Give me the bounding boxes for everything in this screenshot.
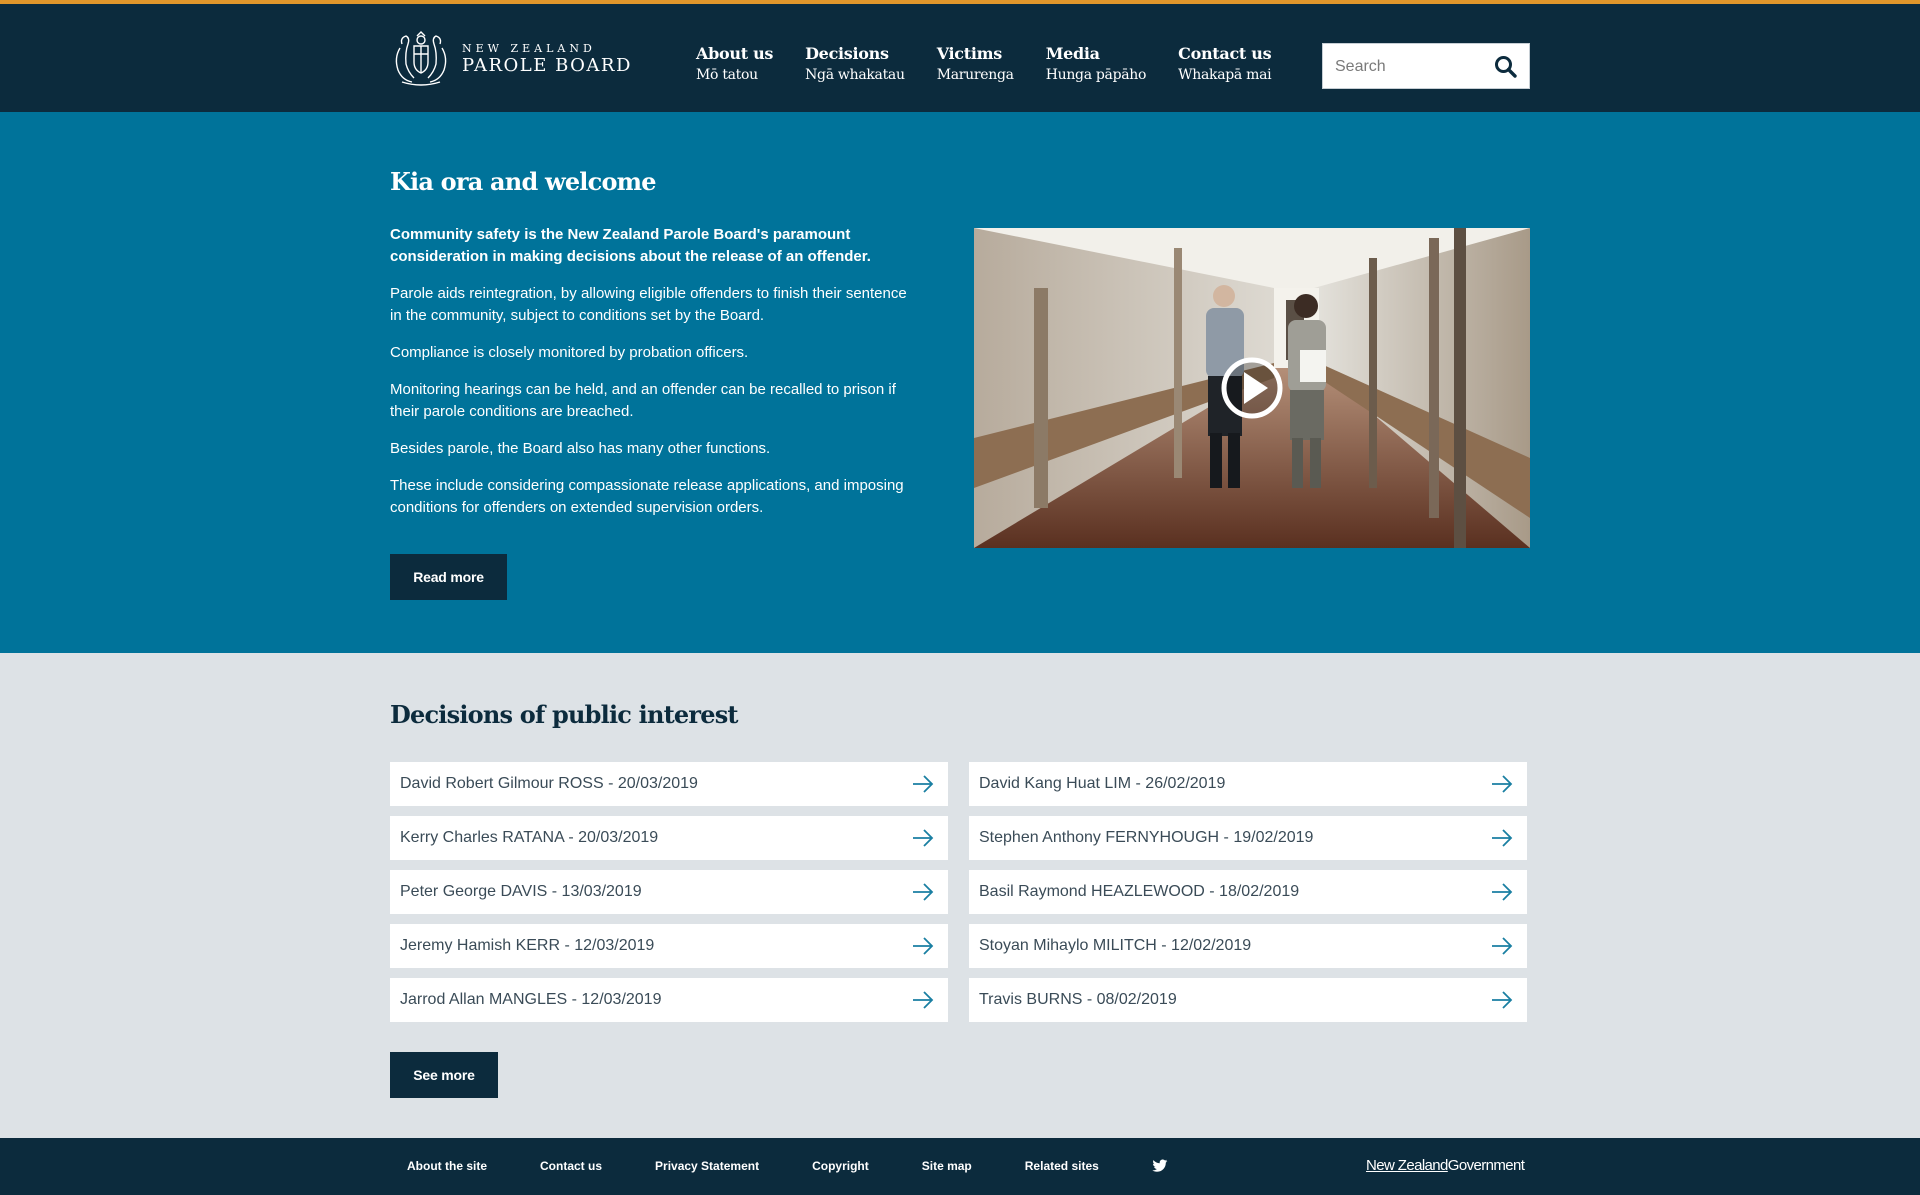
arrow-right-icon: [913, 883, 934, 901]
arrow-right-icon: [1492, 883, 1513, 901]
nav-media[interactable]: Media Hunga pāpāho: [1045, 43, 1147, 85]
nav-label-en: Victims: [936, 44, 1003, 63]
footer-link-about-the-site[interactable]: About the site: [407, 1159, 487, 1173]
welcome-paragraph: These include considering compassionate …: [390, 477, 904, 516]
arrow-right-icon: [1492, 937, 1513, 955]
decision-item[interactable]: Stephen Anthony FERNYHOUGH - 19/02/2019: [969, 816, 1527, 860]
decision-item[interactable]: Peter George DAVIS - 13/03/2019: [390, 870, 948, 914]
nzgov-part2: Government: [1447, 1157, 1525, 1174]
nav-label-en: Contact us: [1178, 44, 1272, 63]
arrow-right-icon: [1492, 775, 1513, 793]
decision-item[interactable]: Jarrod Allan MANGLES - 12/03/2019: [390, 978, 948, 1022]
arrow-right-icon: [1492, 829, 1513, 847]
nav-label-mi: Ngā whakatau: [805, 67, 905, 83]
decision-label: Basil Raymond HEAZLEWOOD - 18/02/2019: [979, 883, 1300, 900]
footer-link-site-map[interactable]: Site map: [922, 1159, 972, 1173]
nav-label-en: About us: [696, 44, 774, 63]
footer-link-related-sites[interactable]: Related sites: [1025, 1159, 1099, 1173]
welcome-title: Kia ora and welcome: [390, 167, 657, 196]
nav-contact-us[interactable]: Contact us Whakapā mai: [1178, 43, 1271, 85]
video-thumbnail: [974, 228, 1530, 548]
welcome-paragraph: Besides parole, the Board also has many …: [390, 440, 771, 457]
site-footer: About the site Contact us Privacy Statem…: [0, 1138, 1920, 1195]
search-input[interactable]: [1335, 56, 1485, 78]
welcome-video[interactable]: [974, 228, 1530, 548]
decision-label: David Kang Huat LIM - 26/02/2019: [979, 775, 1226, 792]
nz-government-logo[interactable]: New ZealandGovernment: [1366, 1157, 1525, 1174]
coat-of-arms-icon: [395, 31, 447, 86]
arrow-right-icon: [1492, 991, 1513, 1009]
search-box: [1322, 43, 1530, 89]
decision-item[interactable]: Jeremy Hamish KERR - 12/03/2019: [390, 924, 948, 968]
nav-label-mi: Mō tatou: [696, 67, 758, 83]
welcome-section: Kia ora and welcome Community safety is …: [0, 112, 1920, 653]
decision-item[interactable]: David Kang Huat LIM - 26/02/2019: [969, 762, 1527, 806]
arrow-right-icon: [913, 937, 934, 955]
nav-label-mi: Marurenga: [936, 67, 1014, 83]
decision-label: David Robert Gilmour ROSS - 20/03/2019: [400, 775, 698, 792]
welcome-lead: Community safety is the New Zealand Paro…: [390, 226, 871, 265]
nav-about-us[interactable]: About us Mō tatou: [696, 43, 773, 85]
welcome-paragraph: Parole aids reintegration, by allowing e…: [390, 285, 907, 324]
arrow-right-icon: [913, 991, 934, 1009]
decision-label: Stoyan Mihaylo MILITCH - 12/02/2019: [979, 937, 1252, 954]
decision-item[interactable]: Stoyan Mihaylo MILITCH - 12/02/2019: [969, 924, 1527, 968]
welcome-paragraph: Monitoring hearings can be held, and an …: [390, 381, 896, 420]
decision-item[interactable]: David Robert Gilmour ROSS - 20/03/2019: [390, 762, 948, 806]
decision-item[interactable]: Basil Raymond HEAZLEWOOD - 18/02/2019: [969, 870, 1527, 914]
search-icon[interactable]: [1493, 54, 1519, 80]
decision-label: Jeremy Hamish KERR - 12/03/2019: [400, 937, 655, 954]
decision-label: Travis BURNS - 08/02/2019: [979, 991, 1177, 1008]
footer-link-contact-us[interactable]: Contact us: [540, 1159, 602, 1173]
nav-label-mi: Hunga pāpāho: [1045, 67, 1147, 83]
decisions-title: Decisions of public interest: [390, 700, 739, 729]
twitter-icon[interactable]: [1152, 1159, 1168, 1173]
decision-item[interactable]: Travis BURNS - 08/02/2019: [969, 978, 1527, 1022]
decision-label: Jarrod Allan MANGLES - 12/03/2019: [400, 991, 662, 1008]
footer-links: About the site Contact us Privacy Statem…: [407, 1159, 1168, 1173]
decision-item[interactable]: Kerry Charles RATANA - 20/03/2019: [390, 816, 948, 860]
logo-line-2: PAROLE BOARD: [462, 55, 632, 76]
decision-label: Kerry Charles RATANA - 20/03/2019: [400, 829, 659, 846]
footer-link-copyright[interactable]: Copyright: [812, 1159, 869, 1173]
nav-label-mi: Whakapā mai: [1178, 67, 1272, 83]
nzgov-part1: New Zealand: [1366, 1157, 1448, 1174]
play-icon: [1221, 357, 1283, 419]
parole-board-logo[interactable]: NEW ZEALAND PAROLE BOARD: [390, 30, 632, 88]
nav-label-en: Media: [1045, 44, 1100, 63]
arrow-right-icon: [913, 829, 934, 847]
arrow-right-icon: [913, 775, 934, 793]
decision-label: Stephen Anthony FERNYHOUGH - 19/02/2019: [979, 829, 1314, 846]
main-nav: About us Mō tatou Decisions Ngā whakatau…: [696, 43, 1303, 85]
nav-label-en: Decisions: [805, 44, 889, 63]
footer-link-privacy-statement[interactable]: Privacy Statement: [655, 1159, 759, 1173]
nav-decisions[interactable]: Decisions Ngā whakatau: [805, 43, 905, 85]
welcome-text: Community safety is the New Zealand Paro…: [390, 224, 920, 534]
decision-label: Peter George DAVIS - 13/03/2019: [400, 883, 642, 900]
see-more-button[interactable]: See more: [390, 1052, 498, 1098]
read-more-button[interactable]: Read more: [390, 554, 507, 600]
nav-victims[interactable]: Victims Marurenga: [937, 43, 1014, 85]
welcome-paragraph: Compliance is closely monitored by proba…: [390, 344, 749, 361]
site-header: NEW ZEALAND PAROLE BOARD About us Mō tat…: [0, 4, 1920, 112]
logo-line-1: NEW ZEALAND: [462, 42, 596, 55]
